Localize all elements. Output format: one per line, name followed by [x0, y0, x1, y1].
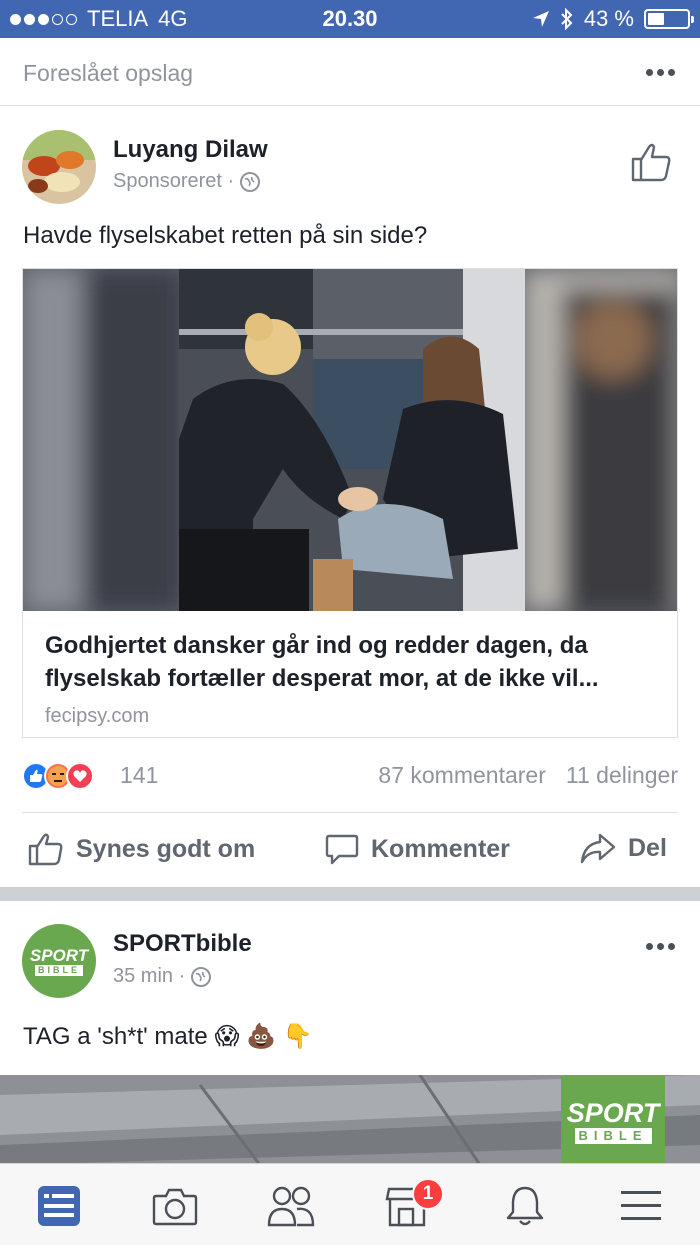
status-bar: TELIA 4G 20.30 43 %	[0, 0, 700, 38]
like-button[interactable]: Synes godt om	[28, 832, 255, 866]
battery-percentage: 43 %	[583, 6, 634, 31]
news-feed-icon[interactable]	[35, 1182, 83, 1230]
comment-button-label: Kommenter	[371, 834, 510, 863]
feed-separator	[0, 887, 700, 901]
post-actions: Synes godt om Kommenter Del	[0, 820, 700, 882]
logo-text: SPORT	[566, 1097, 660, 1128]
avatar-logo-text: SPORT	[29, 945, 89, 965]
logo-subtext: BIBLE	[574, 1127, 652, 1144]
link-domain: fecipsy.com	[45, 705, 150, 727]
comments-count[interactable]: 87 kommentarer	[378, 762, 545, 789]
post-time: 35 min ·	[113, 965, 186, 987]
video-thumbnail[interactable]: SPORT BIBLE	[0, 1075, 700, 1165]
sportbible-logo: SPORT BIBLE	[561, 1076, 665, 1165]
comment-icon	[325, 834, 359, 865]
avatar[interactable]	[22, 130, 96, 204]
battery-icon	[644, 9, 694, 29]
location-icon	[532, 11, 549, 27]
ellipsis-icon[interactable]	[646, 943, 675, 950]
post-author[interactable]: Luyang Dilaw	[113, 136, 268, 164]
globe-icon	[240, 171, 261, 192]
reactions-bar[interactable]: 141 87 kommentarer 11 delinger	[22, 760, 678, 792]
post-meta: Sponsoreret ·	[113, 170, 261, 193]
marketplace-badge: 1	[412, 1178, 444, 1210]
share-button[interactable]: Del	[580, 832, 667, 864]
comment-button[interactable]: Kommenter	[325, 832, 510, 866]
friends-icon[interactable]	[267, 1182, 315, 1230]
suggested-post-label: Foreslået opslag	[23, 60, 194, 86]
link-preview-image[interactable]	[23, 269, 677, 611]
post-author[interactable]: SPORTbible	[113, 930, 252, 958]
menu-icon[interactable]	[617, 1182, 665, 1230]
share-button-label: Del	[628, 833, 667, 862]
bell-icon[interactable]	[501, 1182, 549, 1230]
reaction-count[interactable]: 141	[120, 762, 158, 789]
globe-icon	[191, 966, 212, 987]
camera-icon[interactable]	[151, 1182, 199, 1230]
sportbible-avatar[interactable]: SPORT BIBLE	[22, 924, 96, 998]
divider	[22, 812, 678, 813]
suggested-post-header: Foreslået opslag	[0, 38, 700, 106]
link-preview-card[interactable]: Godhjertet dansker går ind og redder dag…	[22, 268, 678, 738]
share-icon	[580, 833, 616, 864]
sponsored-label: Sponsoreret ·	[113, 170, 235, 192]
love-reaction-icon	[66, 762, 94, 790]
thumbs-up-icon	[28, 833, 63, 866]
like-page-icon[interactable]	[630, 142, 672, 182]
shares-count[interactable]: 11 delinger	[566, 762, 678, 789]
avatar-logo-subtext: BIBLE	[35, 964, 83, 976]
post-text: Havde flyselskabet retten på sin side?	[23, 222, 428, 249]
post-text: TAG a 'sh*t' mate 😱 💩 👇	[23, 1023, 313, 1050]
bluetooth-icon	[561, 8, 573, 30]
post-meta: 35 min ·	[113, 965, 212, 988]
like-button-label: Synes godt om	[76, 834, 256, 863]
ellipsis-icon[interactable]	[646, 69, 675, 76]
bottom-tab-bar: 1	[0, 1163, 700, 1245]
link-title[interactable]: Godhjertet dansker går ind og redder dag…	[45, 629, 665, 695]
